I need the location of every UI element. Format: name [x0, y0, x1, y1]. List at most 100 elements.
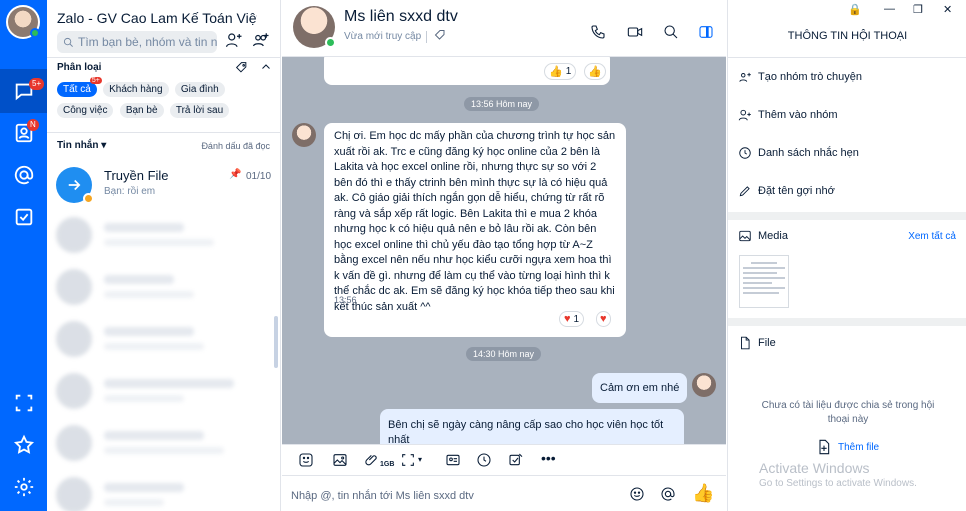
- file-title-label: File: [758, 337, 776, 349]
- reminders-item[interactable]: Danh sách nhắc hẹn: [738, 146, 859, 160]
- tag-button[interactable]: [434, 29, 446, 44]
- nickname-item[interactable]: Đặt tên gợi nhớ: [738, 184, 835, 198]
- maximize-button[interactable]: ❐: [913, 3, 923, 16]
- video-icon: [627, 27, 643, 37]
- attach-file-button[interactable]: 1GB: [364, 452, 394, 468]
- message-bubble[interactable]: Chị ơi. Em học dc mấy phần của chương tr…: [324, 123, 626, 337]
- file-plus-icon: [819, 439, 830, 455]
- search-input[interactable]: Tìm bạn bè, nhóm và tin nhắn: [57, 31, 217, 53]
- quick-like-button[interactable]: 👍: [692, 483, 714, 504]
- category-settings-button[interactable]: [235, 61, 248, 77]
- close-button[interactable]: ✕: [943, 3, 952, 16]
- contact-avatar[interactable]: [293, 6, 336, 48]
- info-title: THÔNG TIN HỘI THOẠI: [787, 30, 908, 42]
- add-reaction-button[interactable]: 👍: [584, 63, 606, 80]
- create-group-button[interactable]: [252, 31, 274, 53]
- contacts-tab[interactable]: N: [0, 111, 47, 155]
- sender-avatar[interactable]: [292, 123, 316, 147]
- reminder-button[interactable]: [476, 452, 492, 471]
- media-section-title[interactable]: Media: [738, 229, 788, 243]
- sidebar-panel-icon: [699, 26, 713, 38]
- sticker-button[interactable]: [298, 452, 314, 471]
- my-avatar[interactable]: [692, 373, 716, 397]
- divider: [47, 132, 280, 133]
- conversation-info-panel: 🔒 — ❐ ✕ THÔNG TIN HỘI THOẠI Tạo nhóm trò…: [727, 0, 966, 511]
- my-message-bubble[interactable]: Cảm ơn em nhé: [592, 373, 688, 403]
- section-gap: [728, 318, 966, 326]
- heart-icon: ♥: [600, 313, 607, 325]
- blurred-conversation[interactable]: [47, 417, 280, 469]
- emoji-button[interactable]: [629, 486, 645, 505]
- favorites-tab[interactable]: [0, 423, 47, 467]
- chip-reply-later[interactable]: Trả lời sau: [169, 103, 230, 118]
- mark-read-link[interactable]: Đánh dấu đã đọc: [201, 141, 270, 151]
- chip-friends[interactable]: Bạn bè: [119, 103, 164, 118]
- video-call-button[interactable]: [627, 24, 643, 43]
- blurred-conversation[interactable]: [47, 365, 280, 417]
- chip-all[interactable]: Tất cả 5+: [57, 77, 102, 97]
- contact-status: Vừa mới truy cập: [344, 31, 422, 42]
- category-title: Phân loại: [57, 62, 102, 73]
- see-all-media-link[interactable]: Xem tất cả: [908, 231, 956, 242]
- todo-tab[interactable]: [0, 195, 47, 239]
- paperclip-icon: [365, 454, 377, 466]
- search-chat-button[interactable]: [663, 24, 679, 43]
- task-button[interactable]: [508, 452, 524, 471]
- list-scrollbar[interactable]: [274, 316, 278, 368]
- screenshot-button[interactable]: ▾: [400, 452, 422, 471]
- mention-button[interactable]: [660, 486, 676, 505]
- blurred-conversation[interactable]: [47, 209, 280, 261]
- chat-body[interactable]: 👍 1 👍 13:56 Hôm nay Chị ơi. Em học dc mấy…: [282, 57, 726, 444]
- add-reaction-button[interactable]: ♥: [596, 311, 611, 327]
- chip-label: Tất cả: [63, 84, 91, 95]
- media-thumbnail[interactable]: [739, 255, 789, 308]
- add-file-label: Thêm file: [838, 441, 880, 453]
- contact-name[interactable]: Ms liên sxxd dtv: [344, 8, 458, 26]
- more-button[interactable]: •••: [541, 450, 556, 466]
- minimize-button[interactable]: —: [884, 3, 895, 15]
- toggle-info-button[interactable]: [698, 24, 714, 43]
- my-message-bubble[interactable]: Bên chị sẽ ngày càng nâng cấp sao cho họ…: [380, 409, 684, 444]
- pencil-icon: [739, 186, 750, 197]
- add-file-button[interactable]: Thêm file: [816, 439, 879, 455]
- messages-tab[interactable]: 5+: [0, 69, 47, 113]
- business-card-button[interactable]: [445, 452, 461, 471]
- blurred-conversation[interactable]: [47, 261, 280, 313]
- message-input[interactable]: Nhập @, tin nhắn tới Ms liên sxxd dtv 👍: [282, 475, 726, 511]
- lock-icon[interactable]: 🔒: [848, 3, 862, 16]
- caret-down-icon: ▾: [418, 455, 423, 464]
- reaction-count: 1: [565, 66, 572, 77]
- contacts-badge: N: [27, 119, 39, 131]
- add-user-icon: [225, 33, 242, 48]
- add-to-group-item[interactable]: Thêm vào nhóm: [738, 108, 837, 122]
- heart-icon: ♥: [564, 313, 571, 325]
- blurred-conversation[interactable]: [47, 313, 280, 365]
- user-plus-icon: [738, 109, 751, 121]
- image-button[interactable]: [332, 452, 348, 471]
- phone-icon: [591, 25, 605, 39]
- reaction-pill[interactable]: 👍 1: [544, 63, 577, 80]
- messages-filter[interactable]: Tin nhắn ▾: [57, 140, 106, 151]
- message-time: 13:56: [334, 295, 357, 305]
- conversation-name: Truyền File: [104, 168, 169, 183]
- search-icon: [63, 37, 73, 47]
- reaction-pill[interactable]: ♥ 1: [559, 311, 585, 327]
- add-friend-button[interactable]: [225, 31, 247, 53]
- image-icon: [333, 454, 347, 466]
- user-avatar[interactable]: [6, 5, 40, 39]
- chip-work[interactable]: Công việc: [57, 103, 114, 118]
- call-button[interactable]: [590, 24, 606, 43]
- clock-icon: [739, 147, 751, 159]
- contact-card-icon: [446, 454, 460, 466]
- chip-customers[interactable]: Khách hàng: [103, 82, 169, 97]
- empty-files-text: Chưa có tài liệu được chia sẻ trong hội …: [761, 400, 935, 425]
- conversation-item[interactable]: Truyền File Bạn: rồi em 📌 01/10: [47, 157, 280, 209]
- chip-family[interactable]: Gia đình: [174, 82, 225, 97]
- settings-tab[interactable]: [0, 465, 47, 509]
- file-section-title[interactable]: File: [738, 336, 776, 350]
- screenshot-tab[interactable]: [0, 381, 47, 425]
- collapse-button[interactable]: [260, 61, 272, 76]
- mentions-tab[interactable]: [0, 153, 47, 197]
- blurred-conversation[interactable]: [47, 469, 280, 511]
- create-group-item[interactable]: Tạo nhóm trò chuyện: [738, 70, 862, 84]
